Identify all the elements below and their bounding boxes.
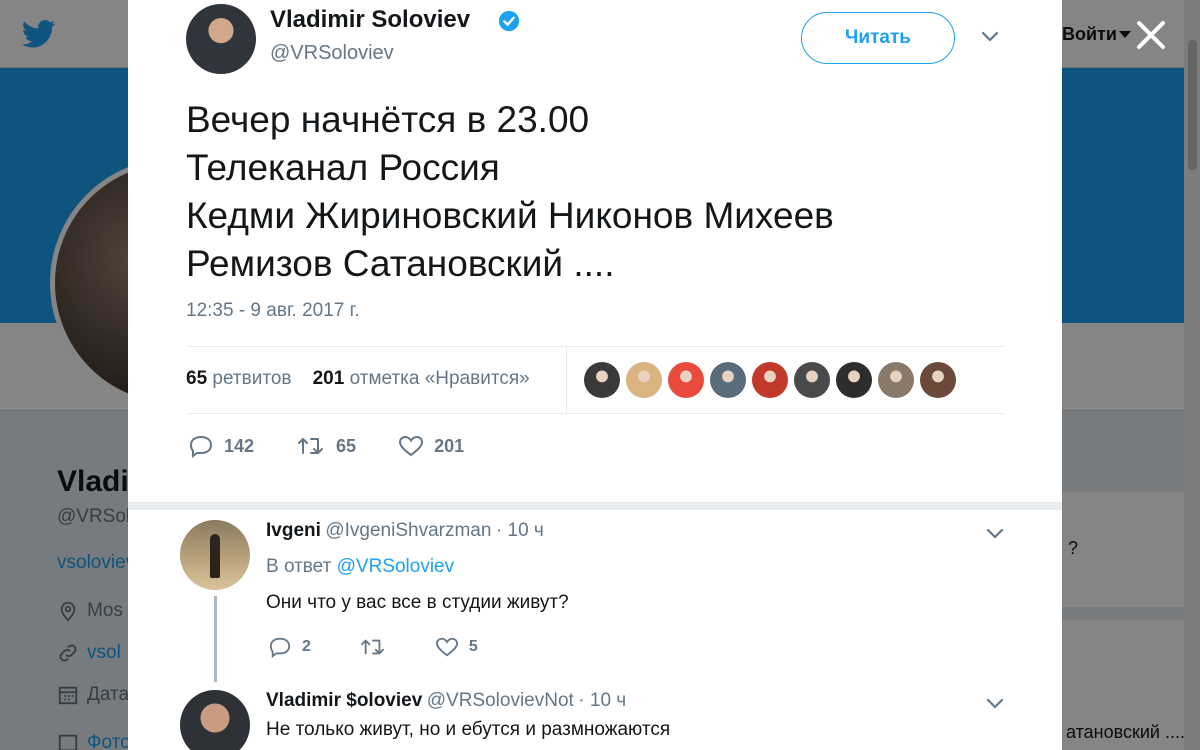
chevron-down-icon[interactable] xyxy=(986,698,1004,710)
verified-badge-icon xyxy=(498,10,520,32)
like-count: 201 xyxy=(434,435,465,456)
liker-avatar[interactable] xyxy=(668,362,704,398)
tweet-timestamp[interactable]: 12:35 - 9 авг. 2017 г. xyxy=(186,300,360,322)
retweets-stat-label: ретвитов xyxy=(212,368,292,389)
liker-avatar[interactable] xyxy=(584,362,620,398)
reply-icon[interactable] xyxy=(188,434,214,458)
reply-time[interactable]: · 10 ч xyxy=(496,520,544,541)
stats-divider xyxy=(566,346,567,414)
chevron-down-icon[interactable] xyxy=(980,30,1000,44)
liker-avatar[interactable] xyxy=(920,362,956,398)
liker-avatar[interactable] xyxy=(752,362,788,398)
reply-count: 142 xyxy=(224,435,255,456)
reply-header: Vladimir $oloviev @VRSolovievNot · 10 ч xyxy=(266,690,626,712)
reply-author-name[interactable]: Ivgeni xyxy=(266,520,321,541)
in-reply-to: В ответ @VRSoloviev xyxy=(266,556,454,578)
reply-author-handle[interactable]: @VRSolovievNot xyxy=(427,690,574,711)
in-reply-to-link[interactable]: @VRSoloviev xyxy=(337,556,455,577)
reply-action[interactable]: 2 xyxy=(268,636,311,658)
reply-text: Они что у вас все в студии живут? xyxy=(266,592,569,613)
reply-author-name[interactable]: Vladimir $oloviev xyxy=(266,690,422,711)
liker-avatar[interactable] xyxy=(626,362,662,398)
likes-stat[interactable]: 201 отметка «Нравится» xyxy=(313,368,530,389)
tweet-stats: 65 ретвитов 201 отметка «Нравится» xyxy=(186,368,530,390)
reply-author-handle[interactable]: @IvgeniShvarzman xyxy=(325,520,491,541)
chevron-down-icon[interactable] xyxy=(986,528,1004,540)
reply-icon[interactable] xyxy=(268,636,292,658)
section-separator xyxy=(128,502,1062,510)
reply-avatar[interactable] xyxy=(180,690,250,750)
in-reply-prefix: В ответ xyxy=(266,556,332,577)
heart-icon[interactable] xyxy=(398,434,424,458)
retweet-icon[interactable] xyxy=(296,434,326,458)
tweet-modal: Vladimir Soloviev @VRSoloviev Читать Веч… xyxy=(128,0,1062,750)
reply-count: 2 xyxy=(302,638,311,655)
liker-avatar[interactable] xyxy=(878,362,914,398)
like-count: 5 xyxy=(468,638,478,655)
tweet-text: Вечер начнётся в 23.00 Телеканал Россия … xyxy=(186,99,834,284)
thread-connector-line xyxy=(214,596,217,682)
tweet-actions: 142 65 201 xyxy=(188,434,464,458)
author-handle[interactable]: @VRSoloviev xyxy=(270,42,394,65)
like-action[interactable]: 201 xyxy=(398,434,464,458)
follow-button[interactable]: Читать xyxy=(801,12,955,64)
heart-icon[interactable] xyxy=(435,636,459,658)
reply-actions: 2 5 xyxy=(268,636,478,658)
retweet-action[interactable]: 65 xyxy=(296,434,356,458)
reply-time[interactable]: · 10 ч xyxy=(578,690,626,711)
retweets-stat[interactable]: 65 ретвитов xyxy=(186,368,291,389)
like-action[interactable]: 5 xyxy=(435,636,478,658)
likes-stat-label: отметка «Нравится» xyxy=(349,368,530,389)
retweets-stat-count: 65 xyxy=(186,368,208,389)
liker-avatar[interactable] xyxy=(794,362,830,398)
reply-text: Не только живут, но и ебутся и размножаю… xyxy=(266,719,671,740)
author-avatar[interactable] xyxy=(186,4,256,74)
reply-header: Ivgeni @IvgeniShvarzman · 10 ч xyxy=(266,520,544,542)
close-icon[interactable] xyxy=(1134,18,1168,52)
retweet-icon[interactable] xyxy=(359,636,387,658)
retweet-count: 65 xyxy=(336,435,357,456)
reply-avatar[interactable] xyxy=(180,520,250,590)
retweet-action[interactable] xyxy=(359,636,387,658)
likers-avatar-row xyxy=(584,362,956,398)
reply-action[interactable]: 142 xyxy=(188,434,254,458)
liker-avatar[interactable] xyxy=(710,362,746,398)
author-name[interactable]: Vladimir Soloviev xyxy=(270,6,470,34)
liker-avatar[interactable] xyxy=(836,362,872,398)
likes-stat-count: 201 xyxy=(312,368,345,389)
